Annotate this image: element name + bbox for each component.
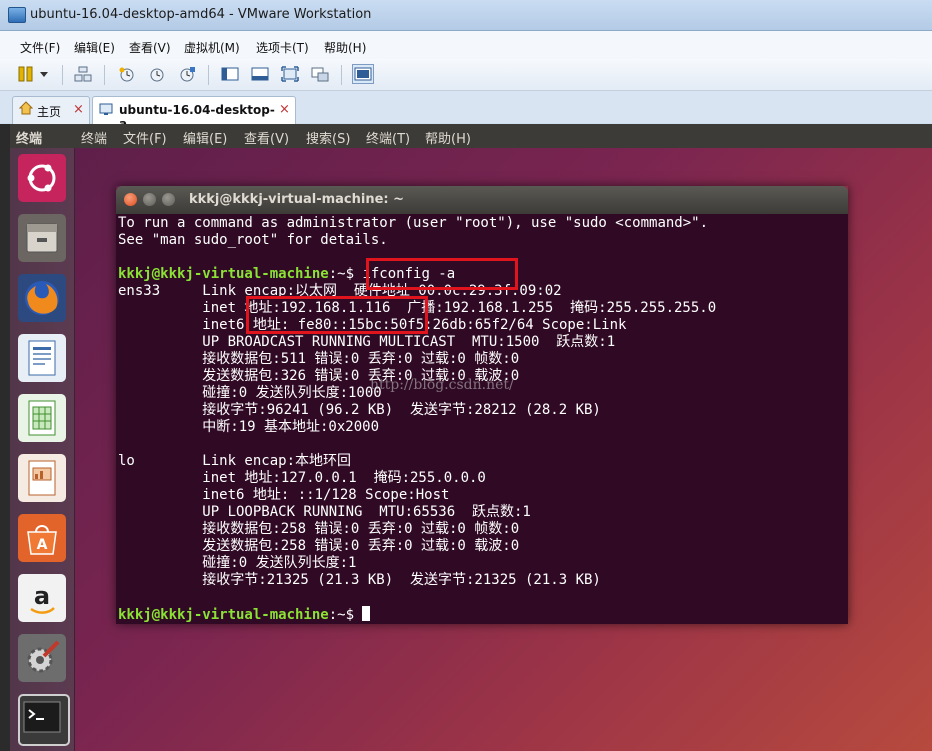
close-button[interactable] — [124, 193, 137, 206]
tab-bar: 主页 × ubuntu-16.04-desktop-a... × — [0, 91, 932, 131]
ubuntu-dash-icon[interactable] — [18, 154, 66, 202]
menu-edit[interactable]: 编辑(E) — [74, 39, 115, 56]
terminal-line: 接收数据包:258 错误:0 丢弃:0 过载:0 帧数:0 — [118, 521, 520, 537]
terminal-line: UP LOOPBACK RUNNING MTU:65536 跃点数:1 — [118, 504, 531, 520]
terminal-line: 接收数据包:511 错误:0 丢弃:0 过载:0 帧数:0 — [118, 351, 520, 367]
window-titlebar[interactable]: ubuntu-16.04-desktop-amd64 - VMware Work… — [0, 0, 932, 31]
terminal-title: kkkj@kkkj-virtual-machine: ~ — [189, 192, 405, 207]
panel-menu-edit[interactable]: 编辑(E) — [183, 128, 227, 147]
terminal-line: 接收字节:21325 (21.3 KB) 发送字节:21325 (21.3 KB… — [118, 572, 601, 588]
terminal-line: lo Link encap:本地环回 — [118, 453, 352, 469]
chevron-down-icon[interactable] — [38, 66, 50, 82]
window-title: ubuntu-16.04-desktop-amd64 - VMware Work… — [30, 7, 372, 22]
highlight-box-ip-address — [246, 296, 428, 334]
prompt-user: kkkj@kkkj-virtual-machine — [118, 266, 329, 282]
menu-file[interactable]: 文件(F) — [20, 39, 60, 56]
tab-vm[interactable]: ubuntu-16.04-desktop-a... × — [92, 96, 296, 131]
terminal-line: See "man sudo_root" for details. — [118, 232, 388, 248]
tab-home-label: 主页 — [37, 105, 62, 119]
snapshot-manager-icon[interactable] — [178, 66, 196, 82]
minimize-button[interactable] — [143, 193, 156, 206]
menu-vm[interactable]: 虚拟机(M) — [184, 39, 240, 56]
panel-menu-file[interactable]: 文件(F) — [123, 128, 167, 147]
terminal-line: 发送数据包:258 错误:0 丢弃:0 过载:0 载波:0 — [118, 538, 520, 554]
terminal-line: 接收字节:96241 (96.2 KB) 发送字节:28212 (28.2 KB… — [118, 402, 601, 418]
terminal-line: 中断:19 基本地址:0x2000 — [118, 419, 380, 435]
close-icon[interactable]: × — [73, 102, 84, 117]
full-screen-icon[interactable] — [281, 66, 299, 82]
panel-menu-help[interactable]: 帮助(H) — [425, 128, 471, 147]
send-ctrl-alt-del-icon[interactable] — [74, 66, 92, 82]
text-cursor — [362, 606, 371, 621]
terminal-line: To run a command as administrator (user … — [118, 215, 709, 231]
close-icon[interactable]: × — [279, 102, 290, 117]
writer-icon[interactable] — [18, 334, 66, 382]
panel-menu-terminal-t[interactable]: 终端(T) — [366, 128, 410, 147]
menu-tabs[interactable]: 选项卡(T) — [256, 39, 309, 56]
terminal-window[interactable]: kkkj@kkkj-virtual-machine: ~ To run a co… — [116, 186, 848, 624]
current-prompt-line[interactable]: kkkj@kkkj-virtual-machine:~$ — [118, 606, 371, 623]
tab-home[interactable]: 主页 × — [12, 96, 90, 124]
terminal-line: 碰撞:0 发送队列长度:1 — [118, 555, 357, 571]
menu-view[interactable]: 查看(V) — [129, 39, 171, 56]
svg-text:A: A — [37, 537, 48, 553]
unity-icon[interactable] — [311, 66, 329, 82]
terminal-line: inet 地址:127.0.0.1 掩码:255.0.0.0 — [118, 470, 486, 486]
thumbnail-bar-icon[interactable] — [251, 66, 269, 82]
settings-icon[interactable] — [18, 634, 66, 682]
console-view-icon[interactable] — [352, 64, 374, 84]
software-center-icon[interactable]: A — [18, 514, 66, 562]
terminal-icon[interactable] — [18, 694, 70, 746]
toolbar — [0, 59, 932, 91]
menubar: 文件(F) 编辑(E) 查看(V) 虚拟机(M) 选项卡(T) 帮助(H) — [0, 31, 932, 59]
maximize-button[interactable] — [162, 193, 175, 206]
terminal-titlebar[interactable]: kkkj@kkkj-virtual-machine: ~ — [116, 186, 848, 214]
amazon-icon[interactable]: a — [18, 574, 66, 622]
revert-snapshot-icon[interactable] — [148, 66, 166, 82]
panel-menu-terminal[interactable]: 终端 — [81, 128, 107, 147]
vm-icon — [99, 103, 113, 115]
files-icon[interactable] — [18, 214, 66, 262]
highlight-box-command — [366, 258, 518, 290]
show-library-icon[interactable] — [221, 66, 239, 82]
terminal-line: 碰撞:0 发送队列长度:1000 — [118, 385, 382, 401]
firefox-icon[interactable] — [18, 274, 66, 322]
panel-menu-search[interactable]: 搜索(S) — [306, 128, 350, 147]
snapshot-icon[interactable] — [118, 66, 136, 82]
menu-help[interactable]: 帮助(H) — [324, 39, 366, 56]
prompt-user: kkkj@kkkj-virtual-machine — [118, 607, 329, 623]
calc-icon[interactable] — [18, 394, 66, 442]
prompt-path: :~$ — [328, 607, 363, 623]
pause-icon[interactable] — [17, 66, 35, 82]
unity-launcher: A a — [10, 148, 75, 751]
svg-text:a: a — [34, 582, 50, 610]
panel-app-name: 终端 — [16, 132, 43, 147]
watermark: http://blog.csdn.net/ — [370, 377, 514, 393]
terminal-line: inet6 地址: ::1/128 Scope:Host — [118, 487, 450, 503]
home-icon — [19, 101, 33, 115]
ubuntu-top-panel: 终端 终端 文件(F) 编辑(E) 查看(V) 搜索(S) 终端(T) 帮助(H… — [10, 124, 932, 148]
panel-menu-view[interactable]: 查看(V) — [244, 128, 289, 147]
terminal-line: UP BROADCAST RUNNING MULTICAST MTU:1500 … — [118, 334, 616, 350]
prompt-path: :~$ — [328, 266, 363, 282]
vmware-app-icon — [8, 7, 26, 23]
impress-icon[interactable] — [18, 454, 66, 502]
vm-left-edge — [0, 124, 10, 751]
